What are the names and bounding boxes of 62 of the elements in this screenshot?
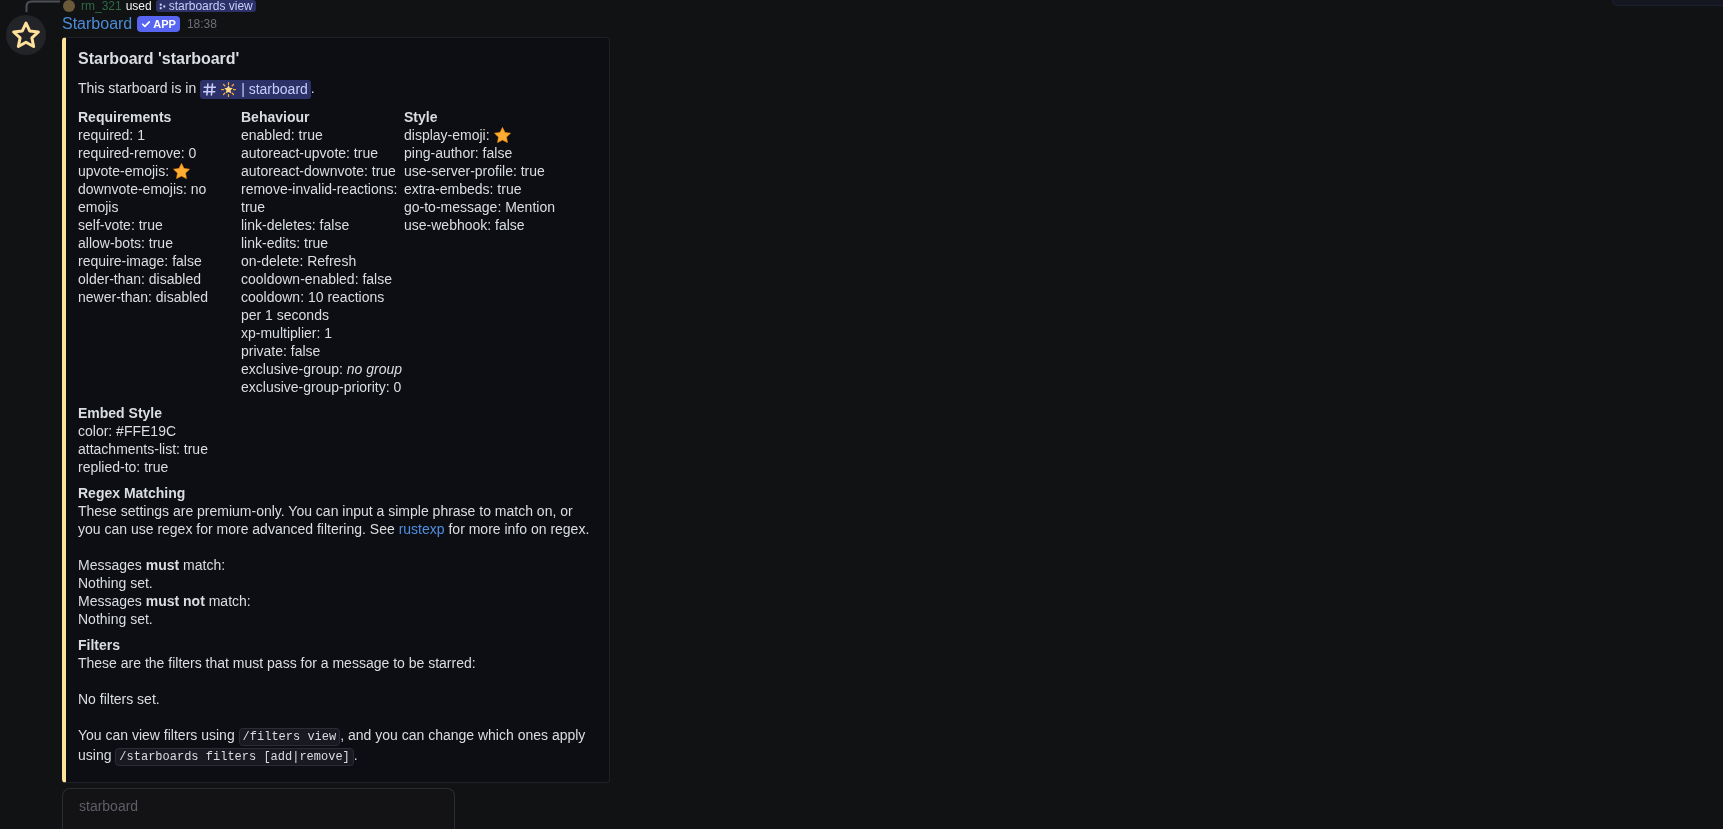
field-value-line: allow-bots: true [78, 233, 173, 252]
field-value-line: Messages must match: [78, 555, 226, 574]
field-value-line: self-vote: true [78, 215, 163, 234]
field-value-line: exclusive-group: no group [241, 359, 403, 378]
field-value-line: link-deletes: false [241, 215, 350, 234]
field-value-line: required-remove: 0 [78, 143, 197, 162]
field-heading: Behaviour [241, 107, 310, 126]
field-value-line: require-image: false [78, 251, 202, 270]
field-value-line: enabled: true [241, 125, 323, 144]
field-heading: Regex Matching [78, 483, 186, 502]
field-value-line: cooldown-enabled: false [241, 269, 392, 288]
card-text: starboard [79, 797, 139, 814]
field-value-line: link-edits: true [241, 233, 329, 252]
field-value-line: autoreact-downvote: true [241, 161, 396, 180]
field-value-line: autoreact-upvote: true [241, 143, 378, 162]
field-value-line: exclusive-group-priority: 0 [241, 377, 402, 396]
field-heading: Requirements [78, 107, 172, 126]
field-value-line: private: false [241, 341, 321, 360]
reply-spine [25, 0, 60, 12]
command-mention[interactable]: starboards view [155, 0, 256, 12]
field-value-line: required: 1 [78, 125, 145, 144]
field-paragraph: These settings are premium-only. You can input a simple phrase to match on, or you can use regex for more advanced filtering. See rustexp for more info on regex. [78, 501, 591, 538]
field-value-line: use-server-profile: true [404, 161, 545, 180]
field-value-line: attachments-list: true [78, 439, 208, 458]
inline-code: /starboards filters [add|remove] [115, 747, 354, 766]
field-heading: Filters [78, 635, 120, 654]
field-value-line: upvote-emojis: [78, 161, 170, 180]
star-emoji-icon [173, 162, 191, 179]
field-value-line: No filters set. [78, 689, 160, 708]
text-link[interactable]: rustexp [398, 520, 445, 537]
check-icon [141, 19, 152, 29]
field-value-line: on-delete: Refresh [241, 251, 357, 270]
field-paragraph: You can view filters using /filters view , and you can change which ones apply using /starboards filters [add|remove] . [78, 725, 587, 766]
field-value-line: Nothing set. [78, 573, 153, 592]
field-value-line: These are the filters that must pass for a message to be starred: [78, 653, 476, 672]
author-name[interactable]: Starboard [62, 14, 133, 34]
field-value-line: older-than: disabled [78, 269, 201, 288]
field-value-line: color: #FFE19C [78, 421, 177, 440]
channel-mention[interactable]: | starboard [200, 79, 311, 99]
field-value-line: newer-than: disabled [78, 287, 208, 306]
field-heading: Style [404, 107, 438, 126]
command-icon [158, 2, 166, 10]
field-value-line: replied-to: true [78, 457, 169, 476]
field-heading: Embed Style [78, 403, 163, 422]
field-value-line: Messages must not match: [78, 591, 251, 610]
embed-description: This starboard is in | starboard . [78, 78, 316, 99]
field-value-line: use-webhook: false [404, 215, 525, 234]
app-badge-label: APP [153, 17, 176, 32]
star-emoji-icon [493, 126, 511, 143]
hash-icon [203, 82, 217, 96]
field-value-line: xp-multiplier: 1 [241, 323, 333, 342]
field-value-line: go-to-message: Mention [404, 197, 555, 216]
glowing-star-icon [221, 81, 237, 97]
field-value-line: ping-author: false [404, 143, 513, 162]
field-value-line: Nothing set. [78, 609, 153, 628]
timestamp: 18:38 [186, 16, 217, 33]
field-value-line: display-emoji: [404, 125, 490, 144]
embed-title: Starboard 'starboard' [78, 49, 240, 69]
user-avatar[interactable] [63, 0, 75, 12]
field-value-line: extra-embeds: true [404, 179, 522, 198]
inline-code: /filters view [238, 727, 341, 746]
reply-text: used [125, 0, 152, 12]
